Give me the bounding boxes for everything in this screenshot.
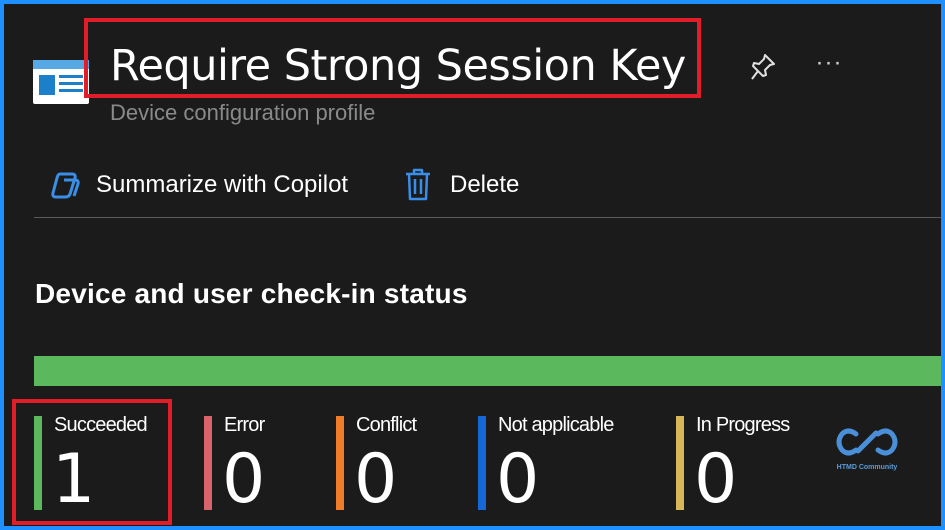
checkin-status-heading: Device and user check-in status bbox=[35, 278, 468, 309]
progress-fill-succeeded bbox=[34, 356, 941, 386]
stat-not-applicable-color-bar bbox=[478, 416, 486, 510]
trash-icon bbox=[406, 168, 430, 201]
htmd-watermark: HTMD Community bbox=[830, 424, 904, 478]
stat-not-applicable-label: Not applicable bbox=[498, 414, 614, 436]
device-config-profile-icon bbox=[33, 60, 89, 104]
page-subtitle: Device configuration profile bbox=[110, 100, 376, 125]
checkin-status-progress-bar bbox=[34, 356, 941, 386]
delete-label: Delete bbox=[450, 171, 520, 198]
stat-conflict-color-bar bbox=[336, 416, 344, 510]
htmd-logo-icon bbox=[836, 428, 898, 456]
delete-button[interactable]: Delete bbox=[404, 164, 519, 206]
stat-error-color-bar bbox=[204, 416, 212, 510]
copilot-icon bbox=[51, 172, 80, 199]
succeeded-highlight-box bbox=[12, 399, 172, 525]
summarize-copilot-button[interactable]: Summarize with Copilot bbox=[48, 164, 348, 206]
stat-in-progress-value: 0 bbox=[694, 440, 738, 519]
summarize-copilot-label: Summarize with Copilot bbox=[96, 171, 349, 198]
stat-conflict-value: 0 bbox=[354, 440, 398, 519]
stat-in-progress-color-bar bbox=[676, 416, 684, 510]
more-options-icon[interactable]: ··· bbox=[812, 48, 846, 78]
stat-not-applicable-value: 0 bbox=[496, 440, 540, 519]
stat-in-progress-label: In Progress bbox=[696, 414, 790, 436]
app-frame: Require Strong Session Key Device config… bbox=[0, 0, 945, 530]
watermark-text: HTMD Community bbox=[836, 464, 898, 471]
stat-conflict-label: Conflict bbox=[356, 414, 417, 436]
toolbar-divider bbox=[34, 217, 941, 218]
stat-error-value: 0 bbox=[222, 440, 266, 519]
title-highlight-box bbox=[84, 18, 701, 98]
pin-icon[interactable] bbox=[749, 52, 777, 82]
stat-error-label: Error bbox=[224, 414, 265, 436]
